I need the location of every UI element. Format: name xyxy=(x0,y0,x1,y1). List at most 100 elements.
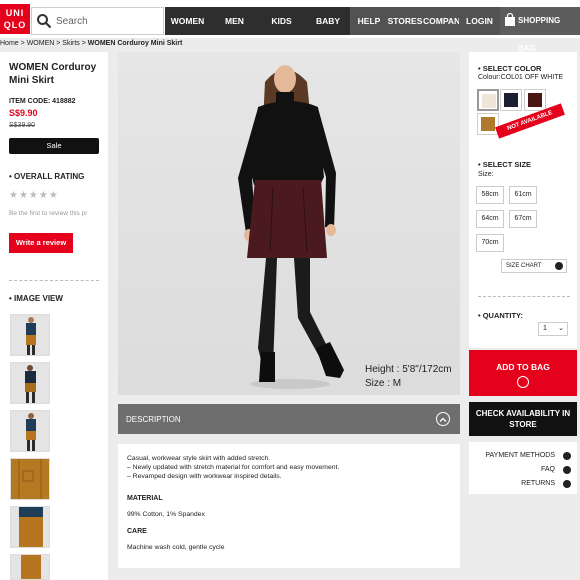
size-label: Size: xyxy=(478,171,494,178)
material-text: 99% Cotton, 1% Spandex xyxy=(127,511,205,518)
product-title-line2: Mini Skirt xyxy=(9,75,55,86)
thumbnail-image xyxy=(11,315,49,355)
size-option-61[interactable]: 61cm xyxy=(509,186,537,204)
breadcrumb-sep: > xyxy=(20,40,25,47)
uniqlo-logo[interactable]: UNI QLO xyxy=(0,4,30,34)
breadcrumb-sep: > xyxy=(56,40,61,47)
thumbnail-image xyxy=(11,411,49,451)
select-color-heading: SELECT COLOR xyxy=(478,64,542,73)
image-view-heading: IMAGE VIEW xyxy=(9,294,63,303)
swatch-fill xyxy=(504,93,518,107)
thumbnail-3[interactable] xyxy=(10,410,50,452)
description-heading: DESCRIPTION xyxy=(126,415,181,424)
nav-company[interactable]: COMPANY xyxy=(423,7,466,35)
thumbnail-image xyxy=(11,507,49,547)
product-title-line1: WOMEN Corduroy xyxy=(9,62,97,73)
swatch-fill xyxy=(482,94,496,108)
selected-color-label: Colour:COL01 OFF WHITE xyxy=(478,74,564,81)
breadcrumb: Home > WOMEN > Skirts > WOMEN Corduroy M… xyxy=(0,40,182,47)
top-bar: UNI QLO Search WOMEN MEN KIDS BABY HELP … xyxy=(0,0,580,53)
check-availability-line2: STORE xyxy=(509,420,537,429)
nav-baby[interactable]: BABY xyxy=(306,7,350,35)
nav-women[interactable]: WOMEN xyxy=(165,7,210,35)
description-line-1: Casual, workwear style skirt with added … xyxy=(127,455,271,462)
breadcrumb-home[interactable]: Home xyxy=(0,40,19,47)
description-line-2: – Newly updated with stretch material fo… xyxy=(127,464,340,471)
write-review-button[interactable]: Write a review xyxy=(9,233,73,253)
thumbnail-5[interactable] xyxy=(10,506,50,548)
arrow-right-icon xyxy=(563,452,571,460)
thumbnail-image xyxy=(11,555,49,579)
breadcrumb-skirts[interactable]: Skirts xyxy=(62,40,80,47)
search-input[interactable]: Search xyxy=(56,16,88,27)
thumbnail-1[interactable] xyxy=(10,314,50,356)
logo-line2: QLO xyxy=(3,20,27,30)
returns-link[interactable]: RETURNS xyxy=(521,480,555,487)
material-heading: MATERIAL xyxy=(127,495,163,502)
nav-men[interactable]: MEN xyxy=(212,7,257,35)
model-illustration xyxy=(238,65,344,389)
nav-login[interactable]: LOGIN xyxy=(459,7,500,35)
color-swatch-off-white[interactable] xyxy=(477,89,499,111)
model-measurements: Height : 5'8"/172cm Size : M xyxy=(365,363,452,391)
rating-stars: ★★★★★ xyxy=(9,190,59,201)
breadcrumb-women[interactable]: WOMEN xyxy=(27,40,55,47)
nav-kids[interactable]: KIDS xyxy=(259,7,304,35)
thumbnail-4[interactable] xyxy=(10,458,50,500)
bag-label: SHOPPING BAG xyxy=(518,16,561,53)
shopping-bag-button[interactable]: SHOPPING BAG xyxy=(500,7,580,53)
original-price: S$39.90 xyxy=(9,122,36,129)
arrow-right-icon xyxy=(555,262,563,270)
arrow-right-icon xyxy=(563,480,571,488)
add-to-bag-label: ADD TO BAG xyxy=(496,362,550,372)
swatch-fill xyxy=(528,93,542,107)
select-size-heading: SELECT SIZE xyxy=(478,160,531,169)
quantity-label: QUANTITY: xyxy=(478,311,523,320)
arrow-right-icon xyxy=(563,466,571,474)
divider xyxy=(9,280,99,281)
thumbnail-2[interactable] xyxy=(10,362,50,404)
size-option-58[interactable]: 58cm xyxy=(476,186,504,204)
logo-line1: UNI xyxy=(5,8,25,18)
size-option-70[interactable]: 70cm xyxy=(476,234,504,252)
add-to-bag-button[interactable]: ADD TO BAG xyxy=(469,350,577,396)
size-option-67[interactable]: 67cm xyxy=(509,210,537,228)
size-option-64[interactable]: 64cm xyxy=(476,210,504,228)
overall-rating-heading: OVERALL RATING xyxy=(9,172,84,181)
item-code: ITEM CODE: 418882 xyxy=(9,98,76,105)
size-chart-label: SIZE CHART xyxy=(506,263,542,269)
size-chart-link[interactable]: SIZE CHART xyxy=(501,259,567,273)
main-nav: WOMEN MEN KIDS BABY HELP STORES COMPANY … xyxy=(165,7,580,53)
model-height: Height : 5'8"/172cm xyxy=(365,364,452,375)
care-heading: CARE xyxy=(127,528,147,535)
description-accordion-header[interactable]: DESCRIPTION xyxy=(118,404,460,434)
bag-icon xyxy=(505,13,515,26)
color-swatch-wine[interactable] xyxy=(524,89,546,111)
check-availability-line1: CHECK AVAILABILITY IN xyxy=(475,409,571,418)
quantity-select[interactable]: 1 ⌄ xyxy=(538,322,568,336)
color-swatch-navy[interactable] xyxy=(500,89,522,111)
check-availability-button[interactable]: CHECK AVAILABILITY IN STORE xyxy=(469,402,577,436)
sale-price: S$9.90 xyxy=(9,108,38,118)
chevron-down-icon: ⌄ xyxy=(558,325,564,332)
thumbnail-image xyxy=(11,459,49,499)
description-panel: Casual, workwear style skirt with added … xyxy=(118,444,460,568)
payment-methods-link[interactable]: PAYMENT METHODS xyxy=(485,452,555,459)
search-icon xyxy=(37,14,52,29)
faq-link[interactable]: FAQ xyxy=(541,466,555,473)
model-size: Size : M xyxy=(365,378,402,389)
description-line-3: – Revamped design with workwear inspired… xyxy=(127,473,282,480)
swatch-fill xyxy=(481,117,495,131)
review-prompt: Be the first to review this pr xyxy=(9,210,88,217)
breadcrumb-current: WOMEN Corduroy Mini Skirt xyxy=(87,40,183,47)
product-title: WOMEN Corduroy Mini Skirt xyxy=(9,61,99,87)
product-info-panel: WOMEN Corduroy Mini Skirt ITEM CODE: 418… xyxy=(0,52,108,580)
quantity-value: 1 xyxy=(543,325,547,332)
nav-stores[interactable]: STORES xyxy=(387,7,423,35)
search-box[interactable]: Search xyxy=(31,7,164,35)
collapse-icon[interactable] xyxy=(436,412,450,426)
product-main-image[interactable] xyxy=(118,52,460,395)
nav-help[interactable]: HELP xyxy=(351,7,387,35)
thumbnail-6[interactable] xyxy=(10,554,50,580)
sale-badge: Sale xyxy=(9,138,99,154)
